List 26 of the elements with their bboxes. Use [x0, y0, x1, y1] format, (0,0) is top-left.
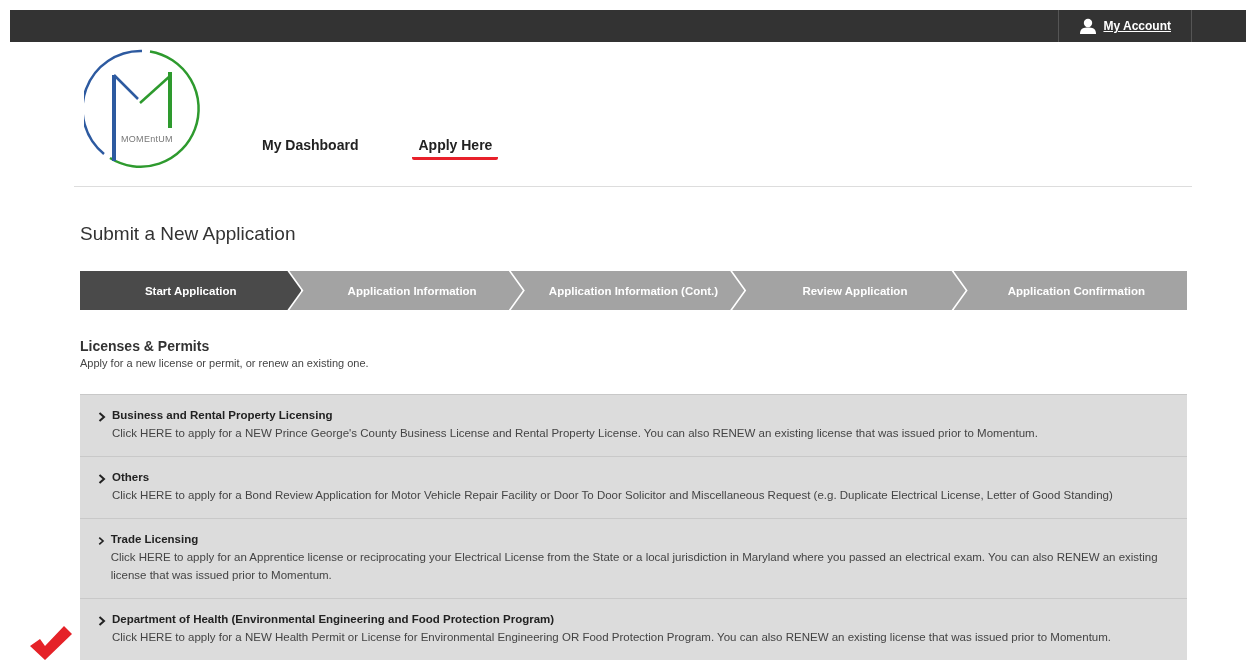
- step: Application Information: [289, 271, 523, 310]
- category-description: Click HERE to apply for a NEW Prince George's County Business License and Rental Property License. You can also RENEW an existing license that was issued prior to Momentum.: [112, 426, 1038, 441]
- chevron-right-icon: [98, 616, 106, 626]
- checkmark-icon: [28, 626, 72, 660]
- category-description: Click HERE to apply for an Apprentice license or reciprocating your Electrical License from the State or a local jurisdiction in Maryland where you passed an electrical exam. You can also RENEW an existing license that was issued prior to Momentum.: [110, 550, 1159, 583]
- chevron-right-icon: [98, 412, 106, 422]
- nav-link[interactable]: Apply Here: [412, 137, 499, 160]
- section-title: Licenses & Permits: [80, 338, 211, 354]
- chevron-right-icon: [98, 536, 105, 546]
- category-title: Department of Health (Environmental Engineering and Food Protection Program): [112, 613, 556, 625]
- step: Application Confirmation: [953, 271, 1188, 310]
- step: Application Information (Cont.): [510, 271, 745, 310]
- category-title: Others: [112, 471, 151, 483]
- chevron-right-icon: [98, 474, 106, 484]
- my-account-link[interactable]: My Account: [1058, 10, 1192, 42]
- category-title: Trade Licensing: [110, 533, 200, 545]
- logo-text: MOMEntUM: [121, 134, 173, 144]
- category-description: Click HERE to apply for a Bond Review Application for Motor Vehicle Repair Facility or Door To Door Solicitor and Miscellaneous Request (e.g. Duplicate Electrical License, Letter of Good Standing): [112, 488, 1113, 503]
- page-title: Submit a New Application: [80, 223, 297, 245]
- category-title: Business and Rental Property Licensing: [112, 409, 334, 421]
- step: Review Application: [732, 271, 966, 310]
- user-icon: [1079, 18, 1098, 34]
- nav-link[interactable]: My Dashboard: [256, 137, 365, 160]
- section-subtitle: Apply for a new license or permit, or renew an existing one.: [80, 357, 370, 369]
- category-description: Click HERE to apply for a NEW Health Permit or License for Environmental Engineering OR Food Protection Program. You can also RENEW an existing license that was issued prior to Momentum.: [112, 630, 1112, 645]
- step: Start Application: [80, 271, 302, 310]
